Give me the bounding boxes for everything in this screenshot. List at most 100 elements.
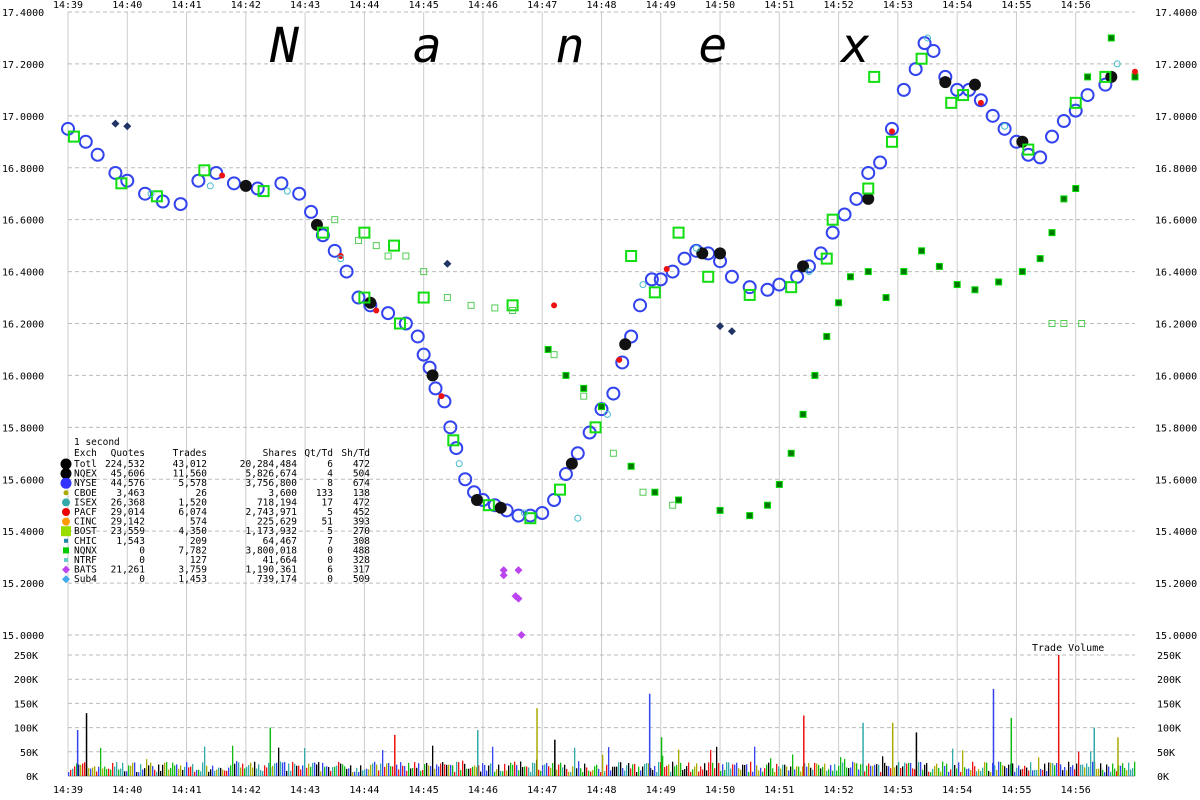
volume-bar bbox=[1000, 761, 1002, 776]
data-point bbox=[797, 260, 810, 273]
volume-tick-label-right: 150K bbox=[1157, 699, 1181, 710]
volume-bar bbox=[920, 761, 922, 776]
volume-bar bbox=[152, 766, 154, 776]
volume-bar bbox=[488, 765, 490, 776]
y-tick-label-left: 16.0000 bbox=[2, 371, 44, 382]
data-point bbox=[206, 182, 214, 190]
volume-bar bbox=[468, 768, 470, 776]
volume-bar bbox=[792, 754, 794, 776]
volume-bar bbox=[498, 764, 500, 776]
exchange-stats-table: 1 secondExch Quotes Trades Shares Qt/Td Sh/Td… bbox=[60, 437, 370, 585]
y-tick-label-right: 17.4000 bbox=[1155, 8, 1197, 19]
volume-bar bbox=[398, 769, 400, 776]
stats-header: Exch bbox=[74, 448, 97, 459]
volume-bar bbox=[754, 746, 756, 776]
volume-bar bbox=[552, 763, 554, 776]
volume-bar bbox=[1064, 767, 1066, 776]
data-point bbox=[1056, 114, 1071, 129]
volume-bar bbox=[72, 768, 74, 776]
x-tick-label-top: 14:53 bbox=[883, 0, 913, 11]
volume-bar bbox=[1016, 768, 1018, 776]
volume-bar bbox=[702, 769, 704, 776]
data-point bbox=[727, 327, 736, 336]
y-tick-label-right: 15.0000 bbox=[1155, 631, 1197, 642]
volume-bar bbox=[852, 761, 854, 776]
data-point bbox=[517, 631, 526, 639]
volume-bar bbox=[290, 770, 292, 776]
x-tick-label-bottom: 14:40 bbox=[112, 785, 142, 796]
volume-bar bbox=[320, 771, 322, 776]
volume-bar bbox=[292, 761, 294, 776]
volume-bar bbox=[1112, 763, 1114, 776]
legend-marker bbox=[64, 558, 68, 562]
volume-bar bbox=[546, 762, 548, 776]
data-point bbox=[823, 332, 831, 340]
volume-bar bbox=[600, 772, 602, 776]
data-point bbox=[580, 392, 588, 400]
legend-marker bbox=[62, 565, 70, 574]
volume-bar bbox=[1092, 761, 1094, 776]
volume-bar bbox=[230, 765, 232, 776]
volume-bar bbox=[824, 763, 826, 776]
volume-bar bbox=[806, 766, 808, 776]
volume-bar bbox=[240, 767, 242, 776]
data-point bbox=[443, 259, 452, 268]
volume-spike bbox=[76, 730, 79, 776]
volume-bar bbox=[856, 763, 858, 776]
volume-bar bbox=[352, 772, 354, 776]
volume-bar bbox=[516, 765, 518, 776]
volume-bar bbox=[1072, 765, 1074, 776]
volume-bar bbox=[360, 765, 362, 776]
volume-bar bbox=[1022, 769, 1024, 776]
volume-bar bbox=[94, 766, 96, 776]
volume-bar bbox=[596, 764, 598, 776]
data-point bbox=[438, 393, 445, 400]
volume-bar bbox=[610, 770, 612, 776]
volume-bar bbox=[752, 771, 754, 776]
volume-bar bbox=[594, 766, 596, 776]
volume-bar bbox=[112, 762, 114, 776]
volume-spike bbox=[803, 715, 805, 776]
y-tick-label-left: 15.6000 bbox=[2, 475, 44, 486]
stats-cell: 0 bbox=[139, 574, 145, 585]
data-point bbox=[471, 494, 484, 507]
volume-bar bbox=[898, 761, 900, 776]
volume-bar bbox=[940, 771, 942, 776]
volume-bar bbox=[294, 763, 296, 776]
volume-bar bbox=[962, 750, 964, 776]
volume-bar bbox=[544, 764, 546, 776]
data-point bbox=[935, 262, 943, 270]
volume-bar bbox=[1122, 763, 1124, 776]
volume-bar bbox=[496, 769, 498, 776]
data-point bbox=[714, 247, 727, 260]
data-series bbox=[61, 34, 1139, 639]
volume-bar bbox=[1070, 767, 1072, 776]
legend-marker bbox=[62, 517, 70, 526]
volume-bar bbox=[522, 767, 524, 776]
volume-bar bbox=[330, 770, 332, 776]
volume-bar bbox=[1130, 769, 1132, 776]
volume-bar bbox=[724, 769, 726, 776]
volume-bar bbox=[1066, 770, 1068, 776]
volume-bar bbox=[926, 762, 928, 776]
y-tick-label-left: 17.0000 bbox=[2, 112, 44, 123]
volume-tick-label-left: 250K bbox=[14, 651, 38, 662]
volume-bar bbox=[184, 766, 186, 776]
data-point bbox=[995, 278, 1003, 286]
y-tick-label-left: 17.4000 bbox=[2, 8, 44, 19]
grid bbox=[67, 11, 1135, 777]
x-tick-label-bottom: 14:41 bbox=[172, 785, 202, 796]
volume-bar bbox=[100, 747, 102, 776]
volume-bar bbox=[216, 769, 218, 776]
volume-bar bbox=[1024, 765, 1026, 776]
volume-bar bbox=[418, 763, 420, 776]
volume-tick-label-right: 250K bbox=[1157, 651, 1181, 662]
volume-bar bbox=[854, 762, 856, 776]
volume-bar bbox=[842, 762, 844, 776]
volume-bar bbox=[84, 762, 86, 776]
data-point bbox=[639, 488, 647, 496]
volume-bar bbox=[176, 764, 178, 776]
volume-bar bbox=[686, 766, 688, 776]
volume-bar bbox=[1042, 769, 1044, 776]
volume-bar bbox=[198, 769, 200, 776]
